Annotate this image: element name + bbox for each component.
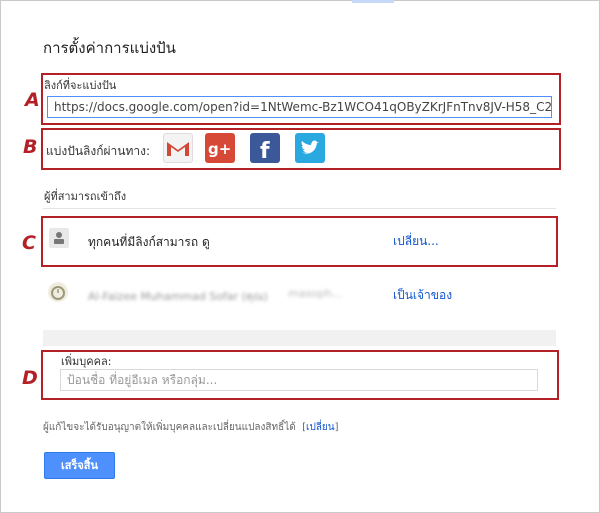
change-access-link[interactable]: เปลี่ยน... <box>393 232 439 251</box>
link-visibility-icon <box>49 228 69 248</box>
svg-text:g+: g+ <box>208 140 231 158</box>
access-header: ผู้ที่สามารถเข้าถึง <box>44 190 127 203</box>
google-plus-icon[interactable]: g+ <box>205 133 235 163</box>
annotation-letter-d: D <box>22 367 38 389</box>
facebook-icon[interactable]: f <box>250 133 280 164</box>
done-button[interactable]: เสร็จสิ้น <box>44 452 115 479</box>
add-people-label: เพิ่มบุคคล: <box>61 355 112 368</box>
add-people-input[interactable]: ป้อนชื่อ ที่อยู่อีเมล หรือกลุ่ม... <box>60 369 538 391</box>
dialog-title: การตั้งค่าการแบ่งปัน <box>43 39 176 57</box>
link-access-text: ทุกคนที่มีลิงก์สามารถ ดู <box>88 235 210 249</box>
owner-role: เป็นเจ้าของ <box>393 288 453 302</box>
annotation-letter-a: A <box>25 89 40 111</box>
annotation-letter-b: B <box>23 136 38 158</box>
editor-permission-note: ผู้แก้ไขจะได้รับอนุญาตให้เพิ่มบุคคลและเป… <box>43 422 339 433</box>
share-via-label: แบ่งปันลิงก์ผ่านทาง: <box>46 144 151 158</box>
permission-change-link[interactable]: เปลี่ยน <box>306 422 335 433</box>
divider-access <box>43 208 556 209</box>
link-label: ลิงก์ที่จะแบ่งปัน <box>44 79 117 92</box>
owner-name: Al-Faizee Muhammad Sofar (คุณ) <box>88 290 268 303</box>
owner-email: masoph... <box>288 287 343 300</box>
top-accent-bar <box>352 0 394 3</box>
permission-note-text: ผู้แก้ไขจะได้รับอนุญาตให้เพิ่มบุคคลและเป… <box>43 422 296 433</box>
twitter-icon[interactable] <box>295 133 325 163</box>
separator-bar <box>43 330 556 346</box>
svg-text:f: f <box>260 139 270 163</box>
annotation-letter-c: C <box>22 232 36 254</box>
share-link-field[interactable]: https://docs.google.com/open?id=1NtWemc-… <box>47 96 552 118</box>
gmail-icon[interactable] <box>163 133 193 163</box>
owner-avatar <box>48 282 68 302</box>
